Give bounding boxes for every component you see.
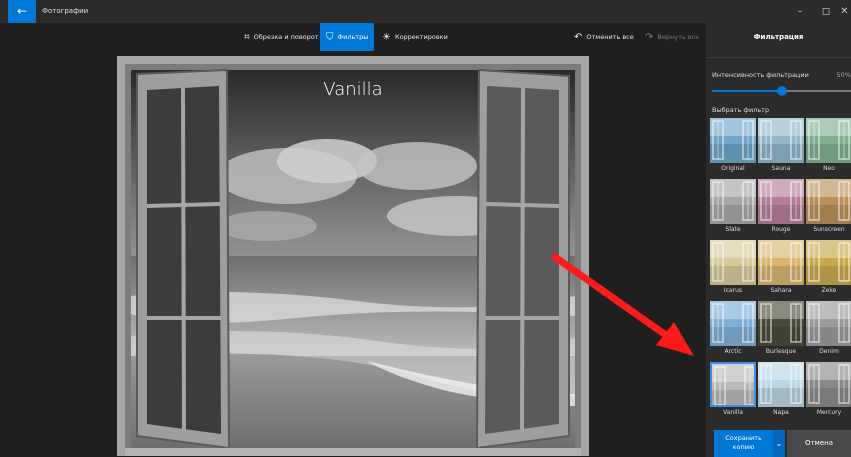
redo-all-label: Вернуть все <box>657 33 700 41</box>
filter-icarus[interactable]: Icarus <box>710 240 756 296</box>
slider-thumb[interactable] <box>776 86 787 96</box>
redo-icon: ↷ <box>645 32 654 43</box>
redo-all-button[interactable]: ↷ Вернуть все <box>645 23 699 51</box>
filter-arctic[interactable]: Arctic <box>710 301 756 357</box>
photo-preview[interactable]: Vanilla <box>117 56 589 456</box>
crop-rotate-button[interactable]: ⌗ Обрезка и поворот <box>244 23 319 51</box>
filter-panel: Фильтрация Интенсивность фильтрации 50% … <box>706 23 851 457</box>
filter-thumbnail <box>806 240 851 285</box>
filter-thumbnail <box>806 362 851 407</box>
intensity-value: 50% <box>836 71 851 79</box>
filter-original[interactable]: Original <box>710 118 756 174</box>
filter-name: Neo <box>823 165 835 172</box>
filter-name: Arctic <box>724 348 742 355</box>
filter-thumbnail <box>710 118 756 163</box>
filter-napa[interactable]: Napa <box>758 362 804 418</box>
save-options-dropdown[interactable]: ⌄ <box>773 430 785 457</box>
filter-name: Zeke <box>821 287 837 294</box>
close-button[interactable]: ✕ <box>838 0 851 23</box>
filter-sauna[interactable]: Sauna <box>758 118 804 174</box>
filter-mercury[interactable]: Mercury <box>806 362 851 418</box>
filter-rouge[interactable]: Rouge <box>758 179 804 235</box>
choose-filter-label: Выбрать фильтр <box>712 106 770 114</box>
filter-name: Vanilla <box>723 409 743 416</box>
filter-name: Napa <box>773 409 789 416</box>
filter-name-overlay: Vanilla <box>323 79 383 100</box>
filter-thumbnail <box>710 301 756 346</box>
filter-burlesque[interactable]: Burlesque <box>758 301 804 357</box>
sun-icon: ☀ <box>382 32 391 43</box>
filter-vanilla[interactable]: Vanilla <box>710 362 756 418</box>
filter-thumbnail <box>710 179 756 224</box>
crop-rotate-label: Обрезка и поворот <box>253 33 319 41</box>
slider-fill <box>712 90 782 92</box>
adjustments-button[interactable]: ☀ Корректировки <box>382 23 448 51</box>
filter-name: Slate <box>725 226 741 233</box>
filter-sahara[interactable]: Sahara <box>758 240 804 296</box>
filters-tab[interactable]: ⛉ Фильтры <box>320 23 375 51</box>
filter-thumbnail <box>758 118 804 163</box>
minimize-button[interactable]: – <box>787 0 813 23</box>
filter-thumbnail <box>806 301 851 346</box>
intensity-label: Интенсивность фильтрации <box>712 71 809 79</box>
undo-all-button[interactable]: ↶ Отменить все <box>574 23 634 51</box>
filter-slate[interactable]: Slate <box>710 179 756 235</box>
panel-divider <box>706 57 851 58</box>
filter-thumbnail <box>758 179 804 224</box>
filter-name: Sunscreen <box>813 226 845 233</box>
intensity-slider[interactable] <box>712 86 851 96</box>
undo-icon: ↶ <box>574 32 583 43</box>
filter-thumbnail <box>758 240 804 285</box>
undo-all-label: Отменить все <box>586 33 634 41</box>
filter-thumbnail <box>710 362 756 407</box>
filter-sunscreen[interactable]: Sunscreen <box>806 179 851 235</box>
save-copy-button[interactable]: Сохранить копию <box>714 430 773 457</box>
filter-thumbnail <box>806 118 851 163</box>
filters-label: Фильтры <box>337 33 369 41</box>
back-button[interactable]: ← <box>8 0 36 23</box>
app-title: Фотографии <box>42 7 89 15</box>
filter-zeke[interactable]: Zeke <box>806 240 851 296</box>
maximize-button[interactable]: ◻ <box>813 0 839 23</box>
filter-denim[interactable]: Denim <box>806 301 851 357</box>
filter-name: Icarus <box>723 287 743 294</box>
filter-thumbnail <box>758 362 804 407</box>
filter-thumbnail <box>758 301 804 346</box>
editor-toolbar: ⌗ Обрезка и поворот ⛉ Фильтры ☀ Корректиров… <box>0 23 706 51</box>
filter-name: Original <box>721 165 745 172</box>
filter-name: Sauna <box>771 165 791 172</box>
filter-neo[interactable]: Neo <box>806 118 851 174</box>
title-bar: ← Фотографии – ◻ ✕ <box>0 0 851 23</box>
filter-name: Mercury <box>816 409 842 416</box>
filter-name: Rouge <box>771 226 791 233</box>
filter-name: Burlesque <box>765 348 797 355</box>
panel-title: Фильтрация <box>753 33 804 41</box>
filter-icon: ⛉ <box>326 32 334 43</box>
filter-name: Denim <box>819 348 839 355</box>
adjustments-label: Корректировки <box>394 33 448 41</box>
crop-rotate-icon: ⌗ <box>244 32 250 43</box>
photo-image <box>117 56 589 456</box>
photo-stage: Vanilla <box>0 51 706 457</box>
filter-thumbnail <box>710 240 756 285</box>
filter-thumbnail <box>806 179 851 224</box>
cancel-button[interactable]: Отмена <box>787 430 851 457</box>
save-copy-label-2: копию <box>732 443 755 451</box>
chevron-down-icon: ⌄ <box>775 439 783 448</box>
save-copy-label-1: Сохранить <box>725 434 762 442</box>
filter-name: Sahara <box>770 287 792 294</box>
